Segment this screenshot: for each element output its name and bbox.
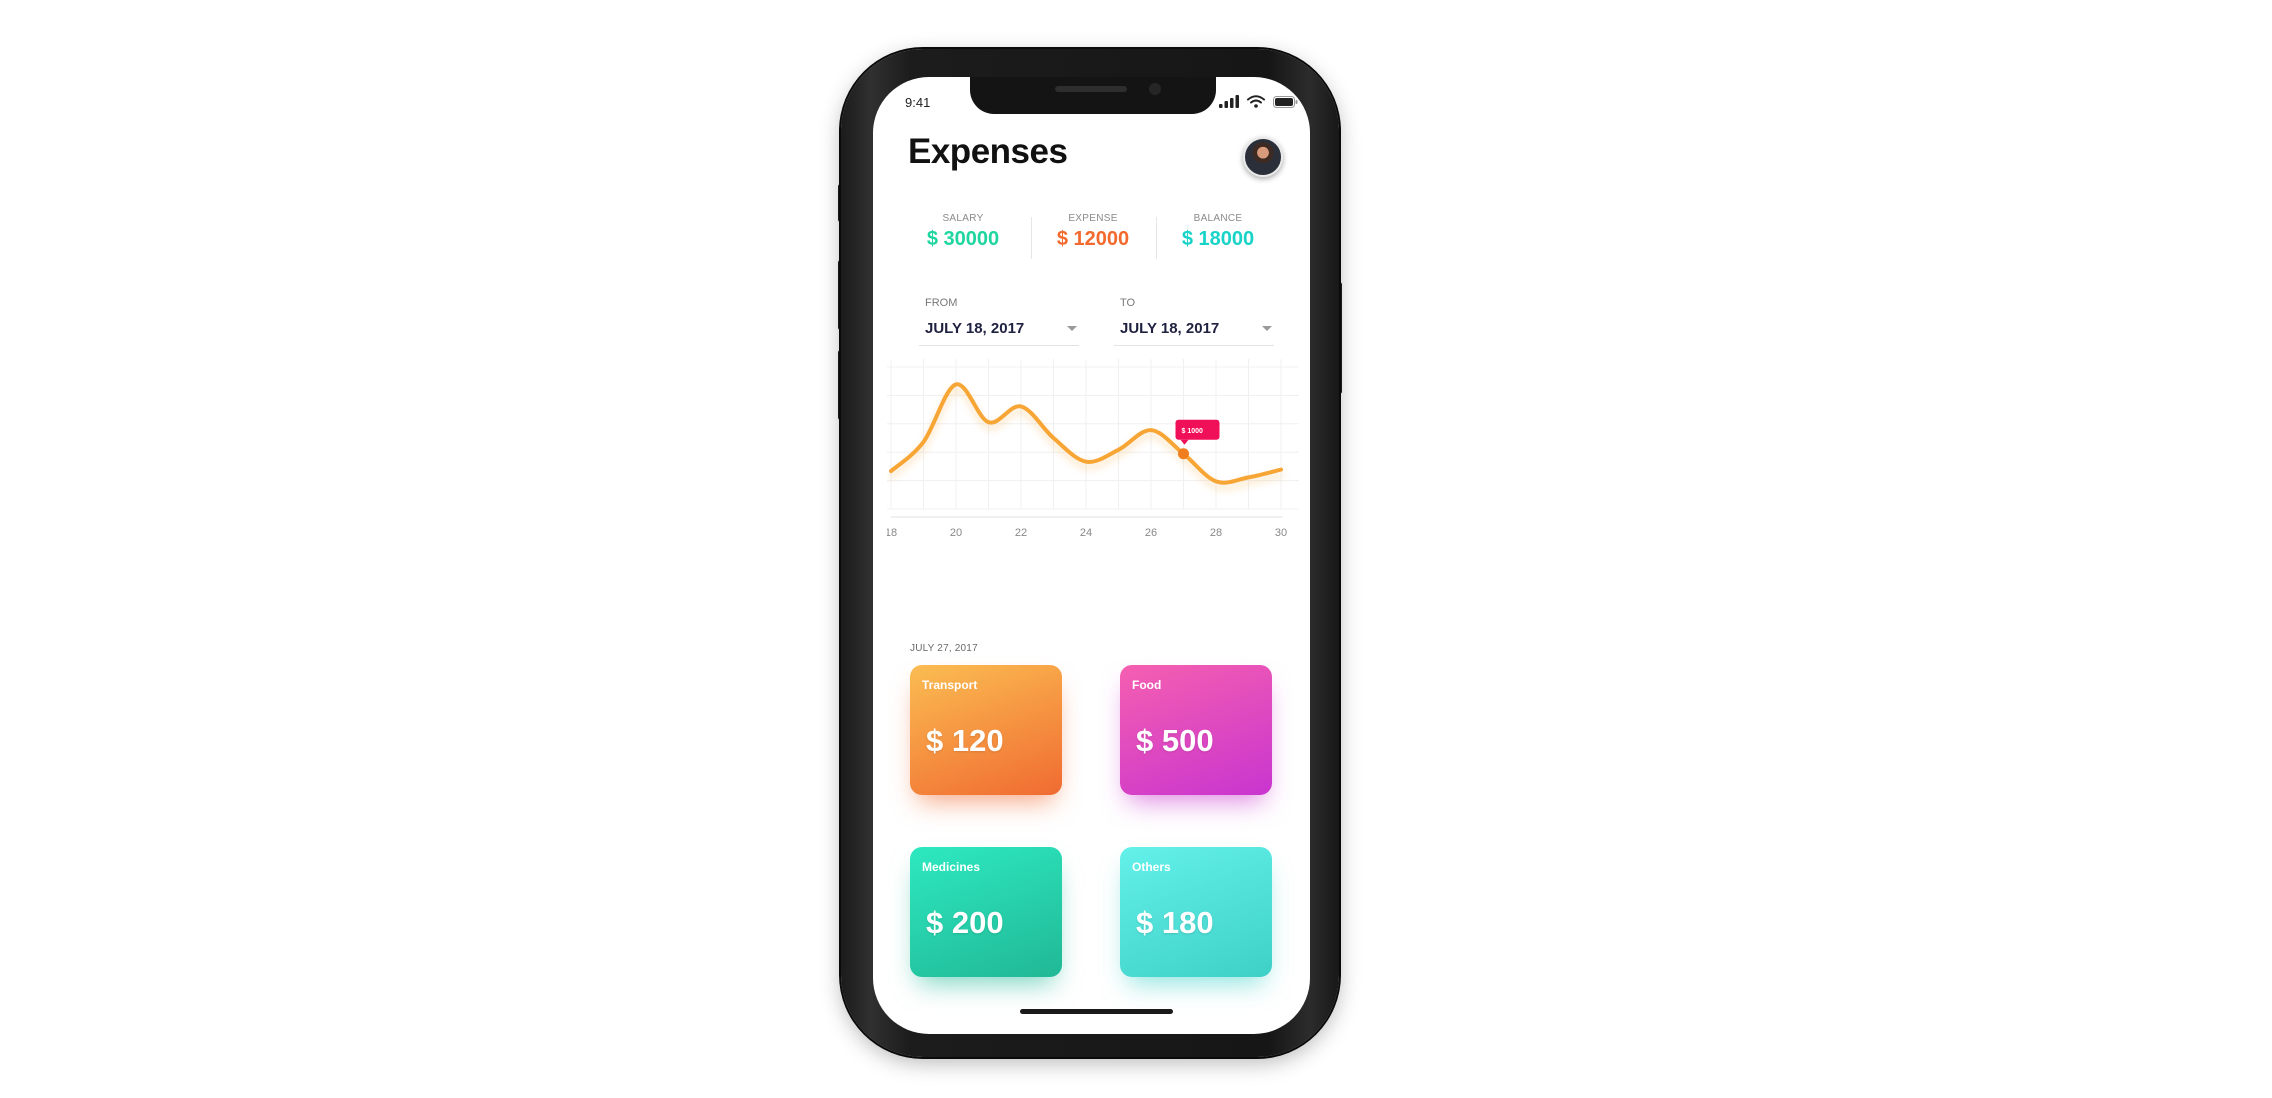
card-value: $ 120 (926, 723, 1004, 758)
card-label: Medicines (922, 860, 981, 874)
chevron-down-icon (1067, 326, 1077, 331)
tooltip-label: $ 1000 (1182, 428, 1204, 435)
summary-divider (1031, 217, 1032, 259)
signal-icon (1219, 95, 1239, 108)
avatar[interactable] (1243, 137, 1283, 177)
expense-line-chart[interactable]: 18 20 22 24 26 28 30 $ 1000 (887, 359, 1299, 599)
x-tick-label: 20 (950, 527, 962, 539)
highlight-point[interactable] (1178, 448, 1189, 460)
card-value: $ 180 (1136, 905, 1214, 940)
x-tick-label: 18 (887, 527, 897, 539)
summary-value: $ 18000 (1181, 228, 1255, 250)
chart-x-ticks: 18 20 22 24 26 28 30 (887, 527, 1287, 539)
card-value: $ 200 (926, 905, 1004, 940)
category-card-food[interactable]: Food $ 500 (1120, 665, 1272, 795)
summary-label: BALANCE (1193, 213, 1243, 224)
wifi-icon (1247, 95, 1265, 108)
status-icons (1219, 95, 1298, 108)
x-tick-label: 26 (1145, 527, 1157, 539)
x-tick-label: 28 (1210, 527, 1222, 539)
speaker (1055, 86, 1127, 92)
card-label: Others (1132, 860, 1171, 874)
from-date-value: JULY 18, 2017 (925, 320, 1025, 337)
from-date-select[interactable]: FROM JULY 18, 2017 (919, 297, 1079, 346)
camera-icon (1149, 83, 1161, 95)
summary-divider (1156, 217, 1157, 259)
home-indicator[interactable] (1020, 1009, 1173, 1014)
notch (970, 77, 1216, 114)
chevron-down-icon (1262, 326, 1272, 331)
chart-highlight[interactable]: $ 1000 (1175, 419, 1220, 460)
card-label: Food (1132, 678, 1162, 692)
phone-screen: 9:41 Expenses SALARY $ 30000 EXPENSE $ 1… (873, 77, 1310, 1034)
details-date: JULY 27, 2017 (910, 643, 978, 654)
page-title: Expenses (908, 132, 1068, 171)
category-card-medicines[interactable]: Medicines $ 200 (910, 847, 1062, 977)
x-tick-label: 24 (1080, 527, 1092, 539)
to-date-value: JULY 18, 2017 (1120, 320, 1220, 337)
status-time: 9:41 (905, 95, 931, 110)
to-date-select[interactable]: TO JULY 18, 2017 (1114, 297, 1274, 346)
summary-salary: SALARY $ 30000 (913, 213, 1013, 251)
summary-balance: BALANCE $ 18000 (1158, 213, 1278, 251)
battery-icon (1273, 96, 1298, 108)
x-tick-label: 30 (1275, 527, 1287, 539)
summary-label: SALARY (942, 213, 984, 224)
summary-expense: EXPENSE $ 12000 (1033, 213, 1153, 251)
to-label: TO (1120, 297, 1136, 309)
summary-value: $ 30000 (926, 228, 1000, 250)
x-tick-label: 22 (1015, 527, 1027, 539)
card-label: Transport (922, 678, 978, 692)
chart-grid (887, 359, 1299, 518)
category-card-others[interactable]: Others $ 180 (1120, 847, 1272, 977)
stage: 9:41 Expenses SALARY $ 30000 EXPENSE $ 1… (0, 0, 2272, 1098)
card-value: $ 500 (1136, 723, 1214, 758)
tooltip-tail (1180, 439, 1189, 445)
summary-value: $ 12000 (1056, 228, 1130, 250)
category-card-transport[interactable]: Transport $ 120 (910, 665, 1062, 795)
from-label: FROM (925, 297, 958, 309)
summary-label: EXPENSE (1068, 213, 1118, 224)
